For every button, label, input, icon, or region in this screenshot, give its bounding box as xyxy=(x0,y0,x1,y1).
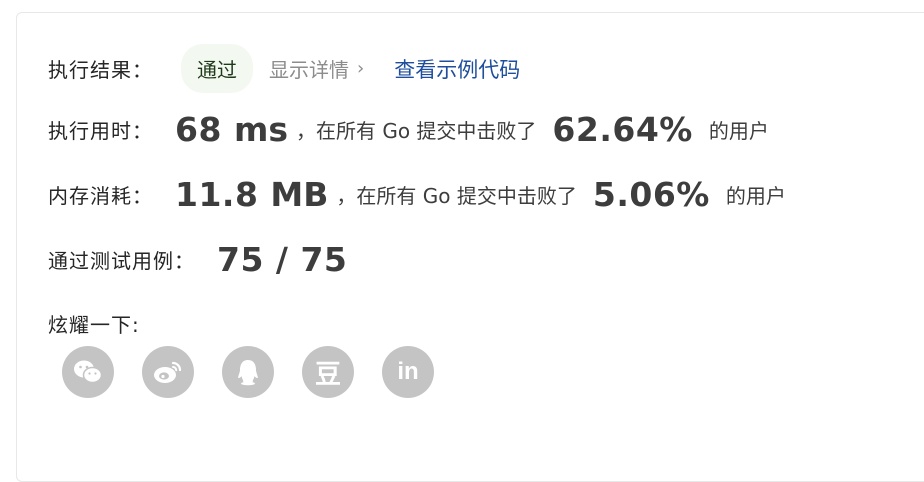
memory-percent: 5.06% xyxy=(592,175,710,214)
runtime-unit: ms xyxy=(233,110,288,149)
qq-icon xyxy=(236,358,260,386)
show-details-link[interactable]: 显示详情 › xyxy=(269,54,364,83)
douban-icon: 豆 xyxy=(314,359,341,390)
show-details-label: 显示详情 xyxy=(269,58,349,82)
share-douban-button[interactable]: 豆 xyxy=(302,346,354,398)
runtime-label: 执行用时： xyxy=(48,119,153,143)
share-weibo-button[interactable] xyxy=(142,346,194,398)
weibo-icon xyxy=(152,359,184,385)
memory-value: 11.8 xyxy=(175,175,259,214)
share-buttons: 豆 in xyxy=(62,346,434,398)
memory-label: 内存消耗： xyxy=(48,184,153,208)
memory-row: 内存消耗： 11.8 MB ，在所有 Go 提交中击败了 5.06% 的用户 xyxy=(48,175,786,214)
view-sample-code-link[interactable]: 查看示例代码 xyxy=(394,54,520,84)
share-qq-button[interactable] xyxy=(222,346,274,398)
status-badge: 通过 xyxy=(181,44,253,93)
testcases-value: 75 / 75 xyxy=(217,240,348,279)
runtime-value: 68 xyxy=(175,110,222,149)
result-label: 执行结果： xyxy=(48,58,153,82)
runtime-percent: 62.64% xyxy=(552,110,693,149)
runtime-row: 执行用时： 68 ms ，在所有 Go 提交中击败了 62.64% 的用户 xyxy=(48,110,769,149)
linkedin-icon: in xyxy=(397,358,419,385)
memory-unit: MB xyxy=(270,175,329,214)
result-row: 执行结果： 通过 显示详情 › 查看示例代码 xyxy=(48,44,520,93)
testcases-row: 通过测试用例： 75 / 75 xyxy=(48,240,347,279)
chevron-right-icon: › xyxy=(357,58,365,79)
testcases-label: 通过测试用例： xyxy=(48,249,195,273)
share-wechat-button[interactable] xyxy=(62,346,114,398)
share-linkedin-button[interactable]: in xyxy=(382,346,434,398)
memory-users-text: 的用户 xyxy=(725,184,786,208)
runtime-beat-text: ，在所有 Go 提交中击败了 xyxy=(295,119,537,143)
wechat-icon xyxy=(73,359,103,385)
share-label: 炫耀一下: xyxy=(48,313,140,337)
share-row: 炫耀一下: xyxy=(48,309,140,338)
runtime-users-text: 的用户 xyxy=(708,119,769,143)
memory-beat-text: ，在所有 Go 提交中击败了 xyxy=(336,184,577,208)
